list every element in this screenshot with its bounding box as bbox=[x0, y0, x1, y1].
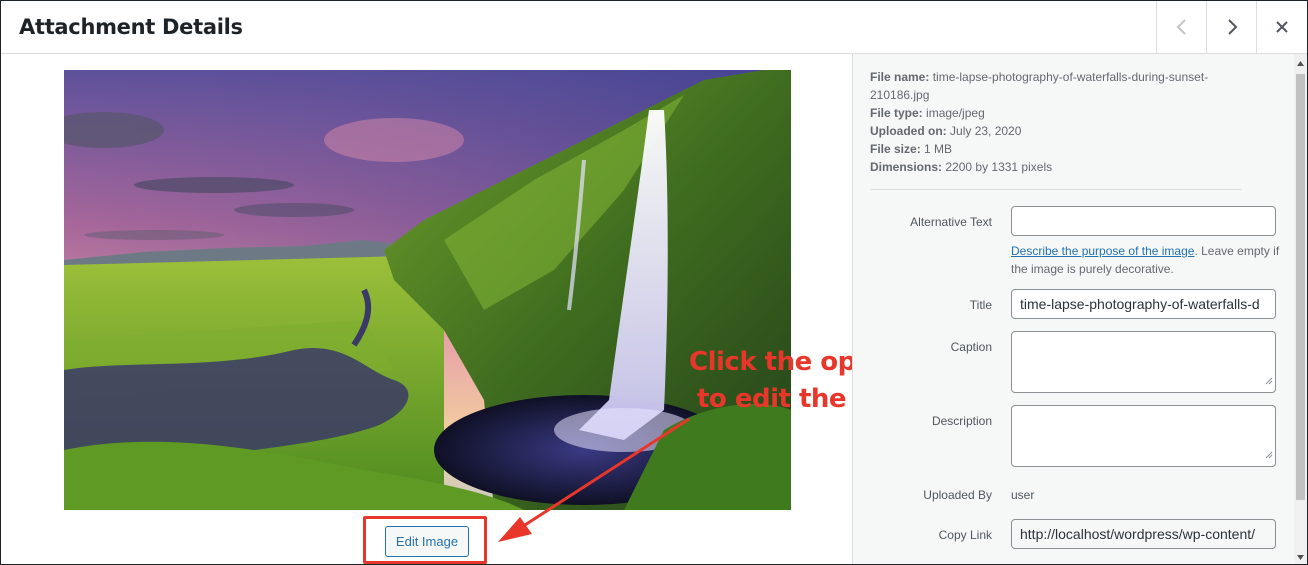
close-button[interactable] bbox=[1256, 1, 1307, 53]
alt-text-label: Alternative Text bbox=[910, 215, 992, 229]
copy-link-input[interactable]: http://localhost/wordpress/wp-content/ bbox=[1011, 519, 1276, 549]
chevron-left-icon bbox=[1176, 19, 1188, 35]
scroll-up-icon[interactable] bbox=[1296, 58, 1305, 68]
title-input[interactable]: time-lapse-photography-of-waterfalls-d bbox=[1011, 289, 1276, 319]
caption-label: Caption bbox=[950, 340, 992, 354]
describe-purpose-link[interactable]: Describe the purpose of the image bbox=[1011, 244, 1194, 258]
attachment-details-sidebar: File name: time-lapse-photography-of-wat… bbox=[852, 54, 1294, 564]
file-size-row: File size: 1 MB bbox=[870, 142, 953, 156]
resize-grip-icon[interactable] bbox=[1265, 446, 1273, 464]
description-textarea[interactable] bbox=[1011, 405, 1276, 467]
attachment-details-modal: Attachment Details Edit Image Click the … bbox=[0, 0, 1308, 565]
title-label: Title bbox=[969, 298, 992, 312]
uploaded-by-value: user bbox=[1011, 488, 1035, 502]
description-label: Description bbox=[931, 414, 992, 428]
file-type-row: File type: image/jpeg bbox=[870, 106, 985, 120]
divider bbox=[870, 189, 1242, 190]
media-preview-area: Edit Image Click the option to edit the … bbox=[1, 54, 942, 564]
file-name-continued: 210186.jpg bbox=[870, 88, 930, 102]
scroll-down-icon[interactable] bbox=[1296, 552, 1305, 562]
file-metadata: File name: time-lapse-photography-of-wat… bbox=[870, 68, 1230, 176]
edit-image-button[interactable]: Edit Image bbox=[385, 526, 469, 557]
chevron-right-icon bbox=[1226, 19, 1238, 35]
dimensions-row: Dimensions: 2200 by 1331 pixels bbox=[870, 160, 1053, 174]
uploaded-by-label: Uploaded By bbox=[923, 488, 992, 502]
attachment-image bbox=[64, 70, 791, 510]
alt-text-help: Describe the purpose of the image. Leave… bbox=[1011, 244, 1280, 276]
previous-button[interactable] bbox=[1156, 1, 1206, 53]
alt-text-input[interactable] bbox=[1011, 206, 1276, 236]
next-button[interactable] bbox=[1206, 1, 1256, 53]
copy-link-label: Copy Link bbox=[938, 528, 992, 542]
sidebar-scrollbar[interactable] bbox=[1294, 54, 1307, 564]
modal-header: Attachment Details bbox=[1, 1, 1307, 54]
close-icon bbox=[1276, 21, 1288, 33]
resize-grip-icon[interactable] bbox=[1265, 372, 1273, 390]
uploaded-on-row: Uploaded on: July 23, 2020 bbox=[870, 124, 1022, 138]
file-name-row: File name: time-lapse-photography-of-wat… bbox=[870, 70, 1209, 84]
modal-title: Attachment Details bbox=[19, 15, 243, 39]
caption-textarea[interactable] bbox=[1011, 331, 1276, 393]
scrollbar-thumb[interactable] bbox=[1296, 74, 1305, 500]
